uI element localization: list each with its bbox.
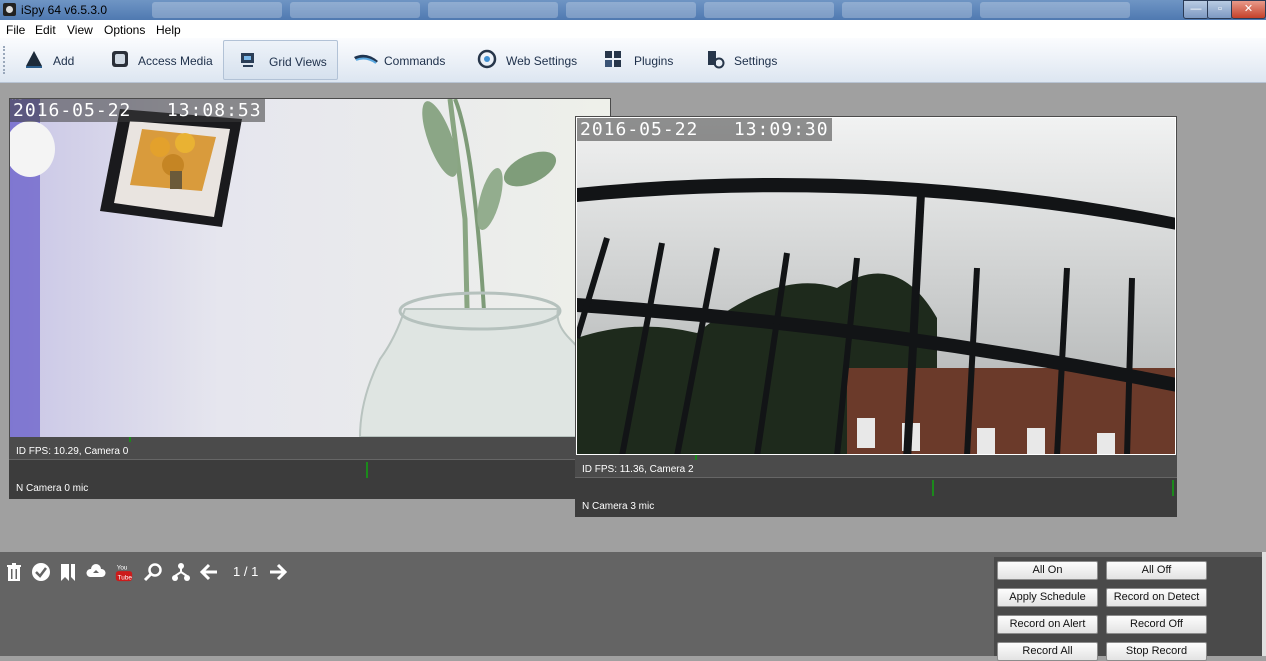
camera-0-feed[interactable]: FPS 2016-05-22 13:08:53 [10,99,610,437]
background-window-tab [290,2,420,18]
web-settings-label: Web Settings [506,54,578,68]
settings-button[interactable]: Settings [700,40,780,78]
toolbar: Add Access Media Grid Views Commands Web… [0,38,1266,83]
camera-0-image [10,99,610,437]
menu-file[interactable]: File [6,23,25,37]
camera-0-mic-label: N Camera 0 mic [16,483,89,494]
camera-0-timestamp: 2016-05-22 13:08:53 [10,99,265,122]
commands-icon [354,54,378,64]
camera-2-mic-level [932,480,934,496]
grid-views-button[interactable]: Grid Views [223,40,338,80]
svg-text:You: You [117,564,128,571]
camera-0-level-marker [129,437,131,442]
network-icon[interactable] [171,562,191,582]
stop-record-button[interactable]: Stop Record [1106,642,1207,661]
camera-2-level-marker [695,455,697,460]
bottom-bar: You Tube 1 / 1 All On All Off Apply Sche… [0,552,1266,661]
add-camera-icon [26,51,42,68]
youtube-icon[interactable]: You Tube [114,562,134,582]
menu-bar: File Edit View Options Help [0,20,1266,38]
camera-2-status: ID FPS: 11.36, Camera 2 [582,464,694,475]
menu-help[interactable]: Help [156,23,181,37]
settings-icon [708,51,725,69]
title-bar: iSpy 64 v6.5.3.0 — ▫ ✕ [0,0,1266,20]
camera-0-status: ID FPS: 10.29, Camera 0 [16,446,129,457]
camera-0-mic-level [366,462,368,478]
background-window-tab [704,2,834,18]
trash-icon[interactable] [4,562,24,582]
scrollbar-edge[interactable] [1262,552,1266,656]
camera-2-tile[interactable]: FPS 2016-05-22 13:09:30 ID FPS: 11.36, C… [575,116,1177,517]
record-off-button[interactable]: Record Off [1106,615,1207,634]
web-settings-icon [477,49,497,69]
plugins-button[interactable]: Plugins [600,40,680,78]
bookmark-icon[interactable] [58,562,78,582]
cloud-upload-icon[interactable] [86,562,106,582]
background-window-tab [842,2,972,18]
record-on-detect-button[interactable]: Record on Detect [1106,588,1207,607]
control-panel: All On All Off Apply Schedule Record on … [994,557,1262,661]
background-window-tab [428,2,558,18]
commands-button[interactable]: Commands [348,40,458,78]
arrow-right-icon[interactable] [268,562,288,582]
grid-view-area[interactable]: FPS 2016-05-22 13:08:53 ID FPS: 10.29, C… [0,83,1266,552]
maximize-button[interactable]: ▫ [1207,0,1233,19]
access-media-label: Access Media [138,54,213,68]
grid-views-label: Grid Views [269,55,327,69]
menu-edit[interactable]: Edit [35,23,56,37]
menu-view[interactable]: View [67,23,93,37]
all-on-button[interactable]: All On [997,561,1098,580]
record-all-button[interactable]: Record All [997,642,1098,661]
camera-0-mic-panel[interactable]: N Camera 0 mic [9,459,611,499]
grid-views-icon [241,53,254,67]
camera-2-timestamp: 2016-05-22 13:09:30 [577,118,832,141]
commands-label: Commands [384,54,446,68]
camera-2-mic-level-edge [1172,480,1174,496]
add-label: Add [53,54,75,68]
camera-2-mic-panel[interactable]: N Camera 3 mic [575,477,1177,517]
search-icon[interactable] [143,562,163,582]
plugins-label: Plugins [634,54,674,68]
all-off-button[interactable]: All Off [1106,561,1207,580]
window-title: iSpy 64 v6.5.3.0 [21,3,108,17]
menu-options[interactable]: Options [104,23,145,37]
check-icon[interactable] [31,562,51,582]
background-window-tab [566,2,696,18]
arrow-left-icon[interactable] [199,562,219,582]
camera-2-feed[interactable]: FPS 2016-05-22 13:09:30 [576,117,1176,455]
media-icon [112,51,128,67]
record-on-alert-button[interactable]: Record on Alert [997,615,1098,634]
settings-label: Settings [734,54,778,68]
app-icon [3,3,16,16]
camera-2-mic-label: N Camera 3 mic [582,501,655,512]
add-button[interactable]: Add [18,40,88,78]
toolbar-grip[interactable] [3,46,7,74]
close-button[interactable]: ✕ [1231,0,1266,19]
minimize-button[interactable]: — [1183,0,1209,19]
svg-text:Tube: Tube [118,574,133,581]
background-window-tab [980,2,1130,18]
plugins-icon [605,51,621,67]
camera-0-tile[interactable]: FPS 2016-05-22 13:08:53 ID FPS: 10.29, C… [9,98,611,499]
background-window-tab [152,2,282,18]
apply-schedule-button[interactable]: Apply Schedule [997,588,1098,607]
camera-2-image [577,118,1175,454]
web-settings-button[interactable]: Web Settings [472,40,582,78]
access-media-button[interactable]: Access Media [106,40,216,78]
page-indicator: 1 / 1 [233,564,259,579]
